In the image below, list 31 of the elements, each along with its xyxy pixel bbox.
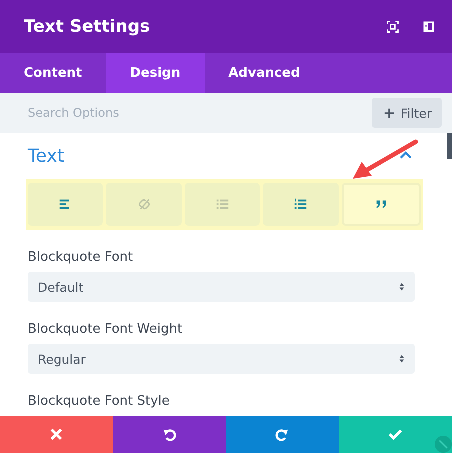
focus-icon[interactable]	[386, 20, 400, 34]
sort-arrows-icon	[399, 282, 405, 292]
close-icon	[49, 427, 64, 442]
tab[interactable]: Content	[0, 53, 106, 93]
scrollbar[interactable]	[447, 133, 452, 159]
field-label: Blockquote Font Weight	[28, 322, 184, 337]
format-button[interactable]	[28, 183, 104, 226]
annotation-arrow	[353, 140, 418, 179]
undo-icon	[162, 427, 177, 442]
redo-button[interactable]	[226, 416, 339, 453]
search-field[interactable]: Search Options	[28, 106, 228, 120]
section-title[interactable]: Text	[28, 146, 64, 166]
format-button[interactable]	[263, 183, 339, 226]
select-field[interactable]: Regular	[28, 344, 415, 374]
tab[interactable]: Design	[106, 53, 205, 93]
window-title: Text Settings	[24, 16, 150, 36]
redo-icon	[275, 427, 290, 442]
field-label: Blockquote Font Style	[28, 394, 171, 409]
undo-button[interactable]	[113, 416, 226, 453]
field-label: Blockquote Font	[28, 250, 134, 265]
resize-handle[interactable]	[435, 436, 452, 453]
cancel-button[interactable]	[0, 416, 113, 453]
plus-icon	[384, 108, 396, 118]
checkmark-icon	[388, 427, 403, 442]
tab[interactable]: Advanced	[204, 53, 324, 93]
sort-arrows-icon	[399, 354, 405, 364]
select-field[interactable]: Default	[28, 272, 415, 302]
save-button[interactable]	[339, 416, 452, 453]
format-button[interactable]	[342, 183, 422, 226]
sidebar-icon[interactable]	[422, 20, 436, 34]
filter-button[interactable]: Filter	[372, 98, 442, 128]
